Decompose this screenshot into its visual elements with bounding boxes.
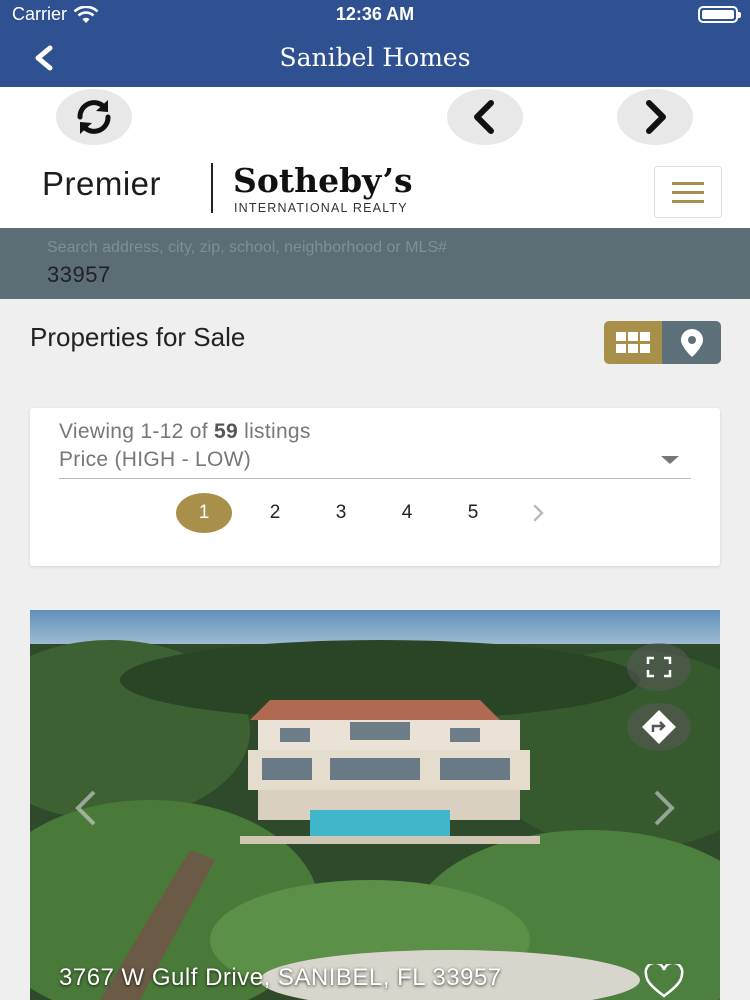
battery-icon xyxy=(698,6,741,23)
results-prefix: Viewing 1-12 of xyxy=(59,420,215,443)
browser-back-button[interactable] xyxy=(447,89,523,145)
chevron-right-icon xyxy=(646,100,666,134)
fullscreen-button[interactable] xyxy=(627,643,691,691)
chevron-down-icon[interactable] xyxy=(661,456,679,464)
search-placeholder: Search address, city, zip, school, neigh… xyxy=(47,239,447,256)
map-view-button[interactable] xyxy=(662,321,721,364)
status-bar: Carrier 12:36 AM xyxy=(0,0,750,30)
nav-bar: Carrier 12:36 AM Sanibel Homes xyxy=(0,0,750,87)
results-suffix: listings xyxy=(237,420,311,443)
menu-icon-bar xyxy=(672,181,704,185)
sort-underline xyxy=(59,478,691,479)
view-toggle xyxy=(604,321,721,364)
property-address[interactable]: 3767 W Gulf Drive, SANIBEL, FL 33957 xyxy=(59,964,502,992)
grid-icon xyxy=(616,331,650,353)
section-title: Properties for Sale xyxy=(30,322,246,352)
page-4[interactable]: 4 xyxy=(374,502,440,524)
heart-icon[interactable] xyxy=(644,964,684,998)
logo-tagline: INTERNATIONAL REALTY xyxy=(234,201,408,215)
menu-icon-bar xyxy=(672,199,704,203)
clock: 12:36 AM xyxy=(335,4,415,24)
browser-forward-button[interactable] xyxy=(617,89,693,145)
logo-divider xyxy=(211,163,213,213)
search-bar[interactable]: Search address, city, zip, school, neigh… xyxy=(0,228,750,299)
sort-select[interactable]: Price (HIGH - LOW) xyxy=(59,448,251,472)
results-total: 59 xyxy=(214,420,238,443)
listing-summary-card: Viewing 1-12 of 59 listings Price (HIGH … xyxy=(30,408,720,566)
directions-button[interactable] xyxy=(627,703,691,751)
directions-icon xyxy=(642,710,676,744)
chevron-right-icon xyxy=(533,504,544,522)
page-2[interactable]: 2 xyxy=(242,502,308,524)
hamburger-menu-button[interactable] xyxy=(654,166,722,218)
previous-photo-icon[interactable] xyxy=(68,788,108,828)
pagination: 1 2 3 4 5 xyxy=(176,492,572,534)
page-5[interactable]: 5 xyxy=(440,502,506,524)
browser-toolbar xyxy=(0,87,750,149)
map-pin-icon xyxy=(680,328,703,357)
property-photo[interactable]: 3767 W Gulf Drive, SANIBEL, FL 33957 xyxy=(30,610,720,1000)
property-image xyxy=(30,610,720,1000)
page-title: Sanibel Homes xyxy=(279,43,471,72)
site-header: Premier Sotheby’s INTERNATIONAL REALTY xyxy=(0,149,750,228)
search-input[interactable]: 33957 xyxy=(47,262,111,288)
next-photo-icon[interactable] xyxy=(642,788,682,828)
grid-view-button[interactable] xyxy=(604,321,662,364)
page-3[interactable]: 3 xyxy=(308,502,374,524)
chevron-left-icon xyxy=(474,100,494,134)
menu-icon-bar xyxy=(672,190,704,194)
page-1[interactable]: 1 xyxy=(176,493,232,533)
refresh-icon xyxy=(77,100,111,134)
refresh-button[interactable] xyxy=(56,89,132,145)
logo-premier[interactable]: Premier xyxy=(42,165,161,203)
results-count: Viewing 1-12 of 59 listings xyxy=(59,420,311,444)
logo-sothebys[interactable]: Sotheby’s xyxy=(233,161,413,200)
next-page-button[interactable] xyxy=(506,504,572,522)
fullscreen-icon xyxy=(646,656,672,678)
